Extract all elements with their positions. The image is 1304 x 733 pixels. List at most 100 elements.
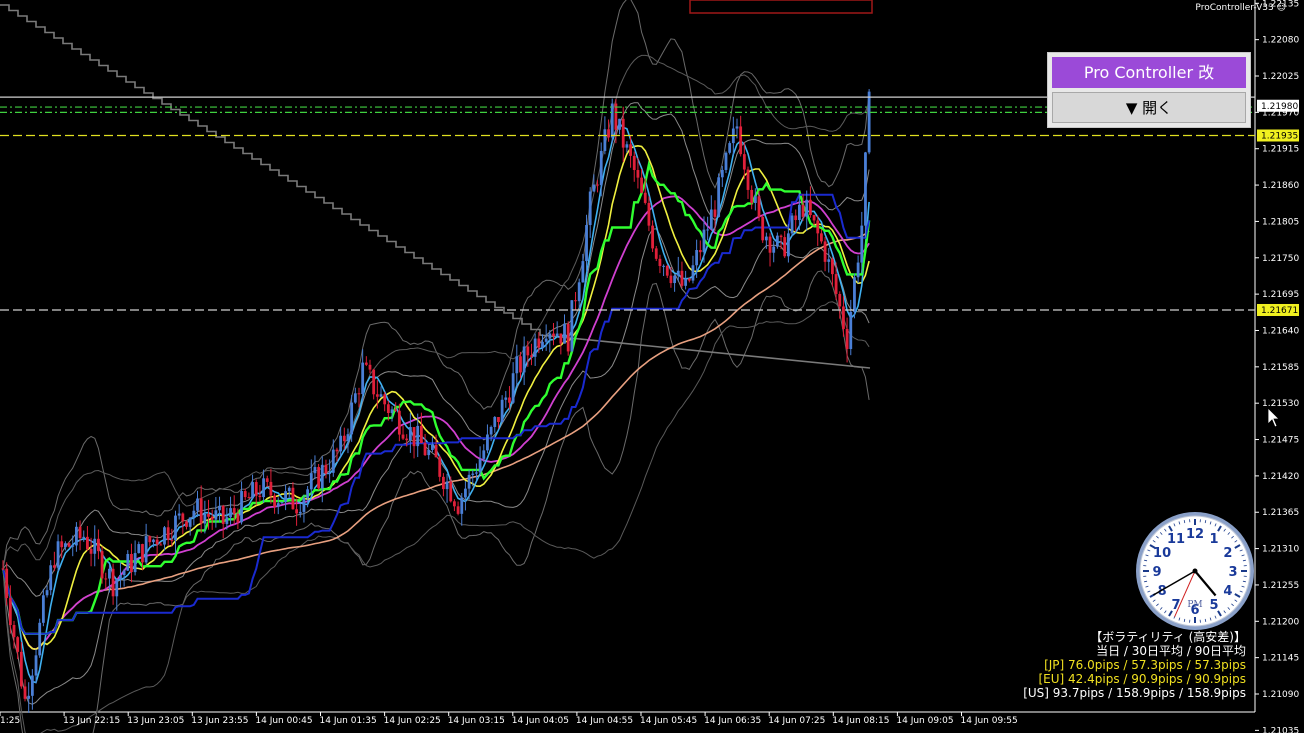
candle xyxy=(148,535,152,547)
candle xyxy=(574,292,577,311)
indicator-name: ProController-V33 xyxy=(1195,3,1274,13)
candle-body xyxy=(607,129,610,138)
candle-body xyxy=(196,498,199,511)
candle-body xyxy=(317,467,321,489)
candle xyxy=(533,333,537,366)
candle-body xyxy=(86,536,89,549)
candle-body xyxy=(247,497,251,499)
candle-body xyxy=(60,541,64,548)
candle xyxy=(658,254,662,274)
price-tick-label: 1.21475 xyxy=(1262,436,1299,446)
candle-body xyxy=(585,225,588,262)
indicator-name-label: ProController-V33 ☺ xyxy=(1195,3,1286,13)
candle-body xyxy=(23,686,27,699)
candle-body xyxy=(566,323,570,352)
candle-body xyxy=(163,527,166,545)
pro-controller-panel: Pro Controller 改 ▼ 開く xyxy=(1047,52,1251,128)
candle-body xyxy=(423,442,427,456)
candle-body xyxy=(71,545,75,547)
price-tick-label: 1.21860 xyxy=(1262,181,1299,191)
candle xyxy=(842,296,845,337)
candle-body xyxy=(471,473,475,475)
candle xyxy=(750,185,754,210)
candle xyxy=(86,526,89,551)
candle-body xyxy=(52,565,56,568)
clock-numeral: 2 xyxy=(1223,546,1232,561)
candle-body xyxy=(280,502,284,504)
open-button[interactable]: ▼ 開く xyxy=(1052,92,1246,123)
panel-title: Pro Controller 改 xyxy=(1052,57,1246,88)
candle xyxy=(632,151,636,182)
candle xyxy=(442,473,445,497)
candle xyxy=(181,512,185,535)
candle-body xyxy=(104,578,108,580)
candle xyxy=(23,679,27,702)
candle-body xyxy=(790,215,794,234)
candle-body xyxy=(188,517,192,527)
clock-numeral: 11 xyxy=(1167,532,1185,547)
clock-numeral: 1 xyxy=(1209,532,1218,547)
price-tick-label: 1.21805 xyxy=(1262,217,1299,227)
clock-numeral: 10 xyxy=(1153,546,1171,561)
candle xyxy=(97,529,100,560)
candle xyxy=(486,424,489,454)
candle xyxy=(214,497,218,528)
candle xyxy=(265,475,269,487)
candle xyxy=(177,504,181,520)
stats-header: 当日 / 30日平均 / 90日平均 xyxy=(1096,644,1246,658)
candle xyxy=(144,523,148,565)
candle xyxy=(790,213,794,237)
candle-body xyxy=(302,498,306,512)
candle-body xyxy=(89,548,93,554)
candle-body xyxy=(445,481,449,490)
candle xyxy=(427,444,431,460)
candle xyxy=(284,484,287,511)
candle-body xyxy=(232,508,236,514)
candle-body xyxy=(170,539,174,541)
candle xyxy=(522,336,526,386)
price-tick-label: 1.21035 xyxy=(1262,726,1299,733)
clock-numeral: 9 xyxy=(1152,565,1161,580)
candle-body xyxy=(38,622,42,656)
candle xyxy=(794,209,798,232)
candle-body xyxy=(335,449,339,452)
candle-body xyxy=(530,355,533,357)
candle-body xyxy=(243,491,247,498)
candle-body xyxy=(137,544,141,554)
ma-short-line xyxy=(2,144,870,651)
candle-body xyxy=(640,177,643,193)
candle-body xyxy=(78,526,82,538)
candle-body xyxy=(775,235,779,247)
candle xyxy=(654,245,658,261)
candle-body xyxy=(687,278,691,281)
candle xyxy=(240,481,243,525)
candle xyxy=(247,492,251,499)
candle-body xyxy=(456,506,460,514)
candle-body xyxy=(625,144,629,148)
candle-body xyxy=(779,235,783,238)
price-axis: 1.221351.220801.220251.219701.219151.218… xyxy=(1255,0,1299,733)
price-tick-label: 1.21420 xyxy=(1262,472,1299,482)
candle xyxy=(838,291,842,319)
bollinger-band-line xyxy=(2,102,870,597)
candle-body xyxy=(174,515,177,541)
candle-body xyxy=(30,675,34,696)
time-tick-label: 14 Jun 03:15 xyxy=(448,716,505,726)
candle xyxy=(511,362,515,404)
candle-body xyxy=(353,393,357,403)
candle-body xyxy=(508,397,511,403)
candle-body xyxy=(203,513,207,524)
price-tick-label: 1.21915 xyxy=(1262,145,1299,155)
candle xyxy=(805,190,809,231)
candle xyxy=(706,216,710,241)
candle-body xyxy=(709,209,713,230)
candle xyxy=(827,248,831,273)
candle xyxy=(438,455,442,482)
candle xyxy=(673,274,677,292)
candle-body xyxy=(823,241,827,262)
candle-body xyxy=(67,543,71,547)
candle-body xyxy=(63,543,67,548)
candle-body xyxy=(596,184,599,186)
candle-body xyxy=(221,505,225,524)
candle-body xyxy=(93,538,97,554)
